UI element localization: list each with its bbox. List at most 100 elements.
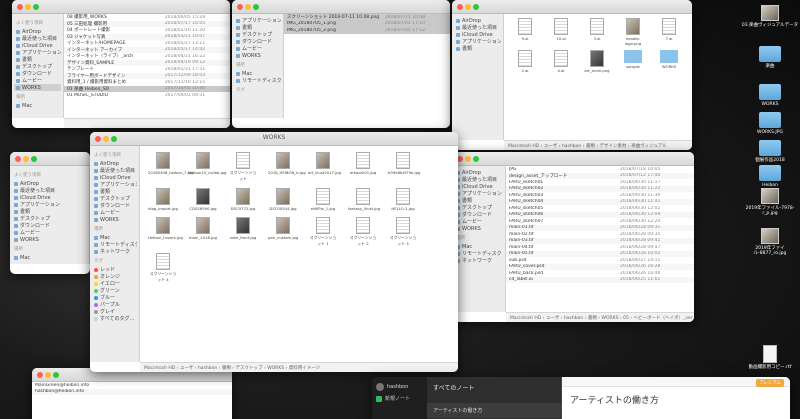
table-row[interactable]: main-02.tif 2018/06/28 09:35 (506, 231, 694, 238)
table-row[interactable]: 01 MUSIC_STUDIO 2017/09/01 09:31 (64, 92, 230, 99)
window-titlebar[interactable] (12, 0, 230, 14)
sidebar-item[interactable]: ダウンロード (92, 202, 137, 209)
account-switcher[interactable]: hashbon (372, 377, 427, 393)
file-item[interactable]: スクリーンショット 4 (148, 253, 178, 283)
table-row-selected[interactable]: 01 楽曲 Heibon_SD 2017/10/05 10:40 (64, 85, 230, 92)
close-button[interactable] (15, 156, 21, 162)
close-button[interactable] (237, 4, 243, 10)
sidebar-item[interactable]: ネットワーク (92, 248, 137, 255)
finder-window-icons[interactable]: AirDrop 最近使った項目 iCloud Drive アプリケーション 書類… (452, 0, 692, 150)
sidebar-item[interactable]: iCloud Drive (454, 183, 503, 190)
window-titlebar[interactable] (452, 0, 692, 14)
sidebar-tag[interactable]: パープル (92, 301, 137, 308)
table-row[interactable]: FARU_sketch07 2018/06/30 12:20 (506, 218, 694, 225)
sidebar-item[interactable]: ムービー (92, 209, 137, 216)
table-row[interactable]: sub.psd 2018/06/27 14:11 (506, 257, 694, 264)
window-titlebar[interactable] (232, 0, 450, 14)
desktop-item[interactable]: 03.楽曲ヴィジュアルデータ (740, 5, 800, 28)
sidebar-item[interactable]: Mac (92, 234, 137, 241)
list-item[interactable]: MainGreen@heibon.info (32, 382, 232, 389)
sidebar-item[interactable]: リモートディスク (92, 241, 137, 248)
sidebar-item[interactable]: 書類 (454, 197, 503, 204)
sidebar-item[interactable]: ムービー (12, 229, 87, 236)
sidebar-item[interactable]: 書類 (14, 56, 61, 63)
file-item[interactable]: DSC00544.jpg (268, 188, 298, 211)
sidebar-item[interactable]: ダウンロード (234, 38, 281, 45)
sidebar-item[interactable]: WORKS (12, 236, 87, 243)
finder-window-main[interactable]: WORKS よく使う項目 AirDrop 最近使った項目 iCloud Driv… (90, 132, 458, 372)
finder-window-list-1[interactable]: よく使う項目 AirDrop 最近使った項目 iCloud Drive アプリケ… (12, 0, 230, 128)
file-item[interactable]: eNKPw_1.jpg (308, 188, 338, 211)
sidebar-item[interactable]: 書類 (92, 188, 137, 195)
file-item[interactable]: note_front.jpg (228, 217, 258, 247)
table-row[interactable]: JPG 2018/07/18 10:05 (506, 166, 694, 173)
sidebar-tag[interactable]: すべてのタグ… (92, 315, 137, 322)
list-item[interactable]: アーティストの働き方 (427, 403, 561, 418)
sidebar-item[interactable]: ダウンロード (454, 211, 503, 218)
sidebar-item[interactable]: 書類 (234, 24, 281, 31)
file-item[interactable]: 10.ai (546, 18, 576, 46)
table-row[interactable]: テンプレート 2018/01/31 17:51 (64, 66, 230, 73)
minimize-button[interactable] (465, 156, 471, 162)
close-button[interactable] (37, 372, 43, 378)
file-item[interactable]: 2018_HEIBON_b.jpg (268, 152, 306, 182)
new-note-button[interactable]: 新規ノート (372, 393, 427, 404)
file-item[interactable]: Heibon10_collab.jpg (188, 152, 226, 182)
sidebar-item[interactable]: ムービー (454, 218, 503, 225)
file-item[interactable]: artwork01.jpg (348, 152, 378, 182)
file-item[interactable]: b39e6b4f79e.jpg (388, 152, 420, 182)
sidebar-item[interactable]: 最近使った項目 (454, 24, 501, 31)
desktop-item[interactable]: 楽曲 (740, 46, 800, 69)
desktop-item[interactable]: Heibon (740, 165, 800, 188)
sidebar-item[interactable]: iCloud Drive (12, 194, 87, 201)
finder-window-sidebar-only[interactable]: よく使う項目 AirDrop 最近使った項目 iCloud Drive アプリケ… (10, 152, 90, 274)
table-row[interactable]: デザイン資料_SAMPLE 2018/04/19 09:12 (64, 59, 230, 66)
sidebar-tag[interactable]: レッド (92, 266, 137, 273)
sidebar-item[interactable]: アプリケーション (454, 38, 501, 45)
table-row[interactable]: FARU_sketch04 2018/06/30 11:41 (506, 198, 694, 205)
sidebar-item[interactable]: アプリケーション (12, 201, 87, 208)
zoom-button[interactable] (53, 372, 59, 378)
sidebar-item[interactable]: AirDrop (14, 28, 61, 35)
sidebar-item[interactable]: iCloud Drive (14, 42, 61, 49)
file-item[interactable]: main_2018.jpg (188, 217, 218, 247)
sidebar-item[interactable]: iCloud Drive (454, 31, 501, 38)
file-item[interactable]: blog_import.jpg (148, 188, 178, 211)
desktop-item[interactable]: WORKS.JPG (740, 112, 800, 135)
table-row[interactable]: 03 ジャケット写真 2018/03/21 10:07 (64, 33, 230, 40)
sidebar-item[interactable]: 最近使った項目 (454, 176, 503, 183)
zoom-button[interactable] (31, 156, 37, 162)
sidebar-item[interactable]: アプリケーション (92, 181, 137, 188)
table-row-selected[interactable]: スクリーンショット 2018-07-11 10.08.png 2018/07/11… (284, 14, 450, 21)
sidebar-item[interactable]: iCloud Drive (92, 174, 137, 181)
file-item[interactable]: スクリーンショット 3 (388, 217, 418, 247)
sidebar-item[interactable]: Mac (12, 254, 87, 261)
minimize-button[interactable] (25, 4, 31, 10)
file-item[interactable]: pair_custom.jpg (268, 217, 298, 247)
sidebar-item[interactable]: WORKS (234, 52, 281, 59)
sidebar-item[interactable]: WORKS (92, 216, 137, 223)
sidebar-tag[interactable]: オレンジ (92, 273, 137, 280)
table-row[interactable]: main-04.tif 2018/06/28 09:47 (506, 244, 694, 251)
sidebar-item[interactable]: デスクトップ (234, 31, 281, 38)
window-titlebar[interactable] (452, 152, 694, 166)
sidebar-item[interactable]: 書類 (12, 208, 87, 215)
sidebar-tag[interactable]: イエロー (92, 280, 137, 287)
file-item[interactable]: CD026590.jpg (188, 188, 218, 211)
file-item[interactable]: 2.ai (510, 50, 540, 73)
table-row[interactable]: 04 ポートレート撮影 2018/02/10 11:20 (64, 27, 230, 34)
sidebar-item[interactable]: リモートディスク (454, 250, 503, 257)
file-item[interactable]: art_illust2017.jpg (308, 152, 341, 182)
premium-badge[interactable]: プレミアム (755, 379, 784, 387)
file-item[interactable]: スクリーンショット 2 (348, 217, 378, 247)
sidebar-item[interactable]: 書類 (454, 45, 501, 52)
table-row[interactable]: cd_label.ai 2018/06/25 11:02 (506, 276, 694, 283)
table-row[interactable]: main-03.tif 2018/06/28 09:41 (506, 237, 694, 244)
finder-window-list-2[interactable]: アプリケーション 書類 デスクトップ ダウンロード ムービー WORKS 場所 … (232, 0, 450, 128)
sidebar-item[interactable]: デスクトップ (92, 195, 137, 202)
finder-window-list-3[interactable]: AirDrop 最近使った項目 iCloud Drive アプリケーション 書類… (452, 152, 694, 322)
mail-window[interactable]: MainGreen@heibon.info hashbon@heibon.inf… (32, 368, 232, 419)
table-row[interactable]: FARU_back.psd 2018/06/26 16:40 (506, 270, 694, 277)
file-item[interactable]: Heibon_Lovers.jpg (148, 217, 183, 247)
zoom-button[interactable] (473, 156, 479, 162)
